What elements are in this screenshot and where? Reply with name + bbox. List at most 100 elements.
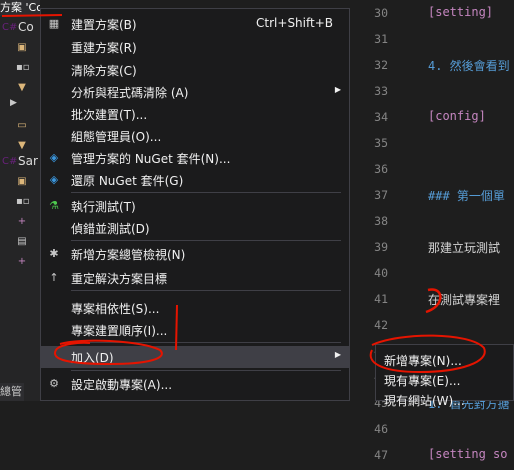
menu-item-label: 專案建置順序(I)...: [71, 324, 168, 338]
expand-arrow-icon[interactable]: ▶: [10, 98, 17, 108]
menu-item[interactable]: 組態管理員(O)...: [41, 125, 349, 147]
line-number: 40: [374, 266, 388, 280]
menu-item[interactable]: 分析與程式碼清除 (A) ▶: [41, 81, 349, 103]
line-number: 41: [374, 292, 388, 306]
editor-line[interactable]: 39 那建立玩測試: [354, 236, 514, 262]
references-icon: ▪▫: [16, 196, 30, 207]
solution-context-menu: ▦ 建置方案(B) Ctrl+Shift+B 重建方案(R) 清除方案(C) 分析與程式碼…: [40, 8, 350, 401]
editor-line[interactable]: 34 [config]: [354, 106, 514, 132]
editor-line[interactable]: 42: [354, 314, 514, 340]
submenu-item-label: 現有專案(E)...: [384, 374, 461, 388]
menu-item[interactable]: ◈ 管理方案的 NuGet 套件(N)...: [41, 147, 349, 169]
tree-item-add[interactable]: +: [0, 212, 40, 232]
line-text: [setting]: [428, 5, 494, 19]
menu-item[interactable]: 偵錯並測試(D): [41, 217, 349, 239]
menu-item-shortcut: Ctrl+Shift+B: [256, 16, 333, 30]
submenu-arrow-icon: ▶: [334, 85, 341, 94]
menu-item-label: 設定啟動專案(A)...: [71, 378, 173, 392]
tree-item-properties-2[interactable]: ▣: [0, 172, 40, 192]
editor-line[interactable]: 33: [354, 80, 514, 106]
editor-line[interactable]: 32 4. 然後會看到: [354, 54, 514, 80]
tree-item-folder[interactable]: ▭: [0, 116, 40, 136]
line-number: 36: [374, 162, 388, 176]
tree-item-properties[interactable]: ▣: [0, 38, 40, 58]
solution-view-icon: ✱: [49, 247, 59, 260]
menu-separator: [71, 290, 341, 291]
line-number: 42: [374, 318, 388, 332]
menu-item-label: 重建方案(R): [71, 41, 137, 55]
references-icon: ▪▫: [16, 62, 30, 73]
add-item-icon: +: [17, 216, 27, 227]
solution-explorer-tab[interactable]: 總管: [0, 383, 24, 401]
line-number: 38: [374, 214, 388, 228]
line-number: 34: [374, 110, 388, 124]
menu-item-label: 重定解決方案目標: [71, 272, 168, 286]
menu-item[interactable]: ↑ 重定解決方案目標: [41, 267, 349, 289]
retarget-icon: ↑: [49, 271, 59, 284]
line-text: [config]: [428, 109, 486, 123]
menu-item[interactable]: ⚗ 執行測試(T): [41, 195, 349, 217]
editor-line[interactable]: 36: [354, 158, 514, 184]
line-text: [setting so: [428, 447, 508, 461]
menu-item[interactable]: ◈ 還原 NuGet 套件(G): [41, 169, 349, 191]
editor-line[interactable]: 40: [354, 262, 514, 288]
menu-item[interactable]: 清除方案(C): [41, 59, 349, 81]
editor-line[interactable]: 47 [setting so: [354, 444, 514, 470]
folder-icon: ▭: [17, 120, 27, 131]
line-number: 35: [374, 136, 388, 150]
menu-item-label: 偵錯並測試(D): [71, 222, 150, 236]
editor-line[interactable]: 30 [setting]: [354, 2, 514, 28]
menu-item[interactable]: ⚙ 設定啟動專案(A)...: [41, 373, 349, 395]
submenu-arrow-icon: ▶: [334, 350, 341, 359]
line-number: 31: [374, 32, 388, 46]
nuget-icon: ◈: [49, 151, 59, 164]
menu-item[interactable]: 批次建置(T)...: [41, 103, 349, 125]
line-number: 32: [374, 58, 388, 72]
menu-item-label: 新增方案總管檢視(N): [71, 248, 186, 262]
editor-line[interactable]: 46: [354, 418, 514, 444]
settings-icon: ⚙: [49, 377, 59, 390]
tree-item-references-2[interactable]: ▪▫: [0, 192, 40, 212]
line-number: 46: [374, 422, 388, 436]
menu-item[interactable]: ▦ 建置方案(B) Ctrl+Shift+B: [41, 13, 349, 35]
submenu-item[interactable]: 現有網站(W)...: [376, 389, 513, 410]
solution-header[interactable]: 方案 'ConsoleApplication1' (2 / 2 個專案): [0, 0, 40, 16]
menu-item[interactable]: 加入(D) ▶: [41, 346, 349, 368]
tree-item-collapsed[interactable]: ▶: [0, 96, 40, 116]
tree-item-filter[interactable]: ▼: [0, 78, 40, 98]
menu-separator: [71, 342, 341, 343]
menu-item-label: 建置方案(B): [71, 18, 137, 32]
properties-icon: ▣: [17, 42, 27, 53]
tree-item-add-2[interactable]: +: [0, 252, 40, 272]
line-number: 47: [374, 448, 388, 462]
tree-item-references[interactable]: ▪▫: [0, 58, 40, 78]
editor-line[interactable]: 41 在測試專案裡: [354, 288, 514, 314]
editor-line[interactable]: 37 ### 第一個單: [354, 184, 514, 210]
tree-item-project-2[interactable]: C# Sar: [0, 152, 40, 172]
add-submenu: 新增專案(N)... 現有專案(E)... 現有網站(W)...: [375, 344, 514, 408]
file-icon: ▤: [17, 236, 27, 247]
tree-item-file[interactable]: ▤: [0, 232, 40, 252]
line-number: 37: [374, 188, 388, 202]
menu-item[interactable]: 專案建置順序(I)...: [41, 319, 349, 341]
menu-item[interactable]: 重建方案(R): [41, 36, 349, 58]
tree-item-project-1[interactable]: C# Co: [0, 18, 40, 38]
menu-item-label: 還原 NuGet 套件(G): [71, 174, 184, 188]
markdown-editor[interactable]: 30 [setting] 31 32 4. 然後會看到 33 34 [config] 35 36 3…: [354, 0, 514, 462]
editor-line[interactable]: 38: [354, 210, 514, 236]
properties-icon: ▣: [17, 176, 27, 187]
menu-item[interactable]: ✱ 新增方案總管檢視(N): [41, 243, 349, 265]
solution-explorer: 方案 'ConsoleApplication1' (2 / 2 個專案) C# …: [0, 0, 40, 401]
line-text: ### 第一個單: [428, 189, 505, 203]
submenu-item[interactable]: 新增專案(N)...: [376, 349, 513, 370]
add-item-icon: +: [17, 256, 27, 267]
line-number: 30: [374, 6, 388, 20]
menu-item-label: 組態管理員(O)...: [71, 130, 162, 144]
menu-item-label: 管理方案的 NuGet 套件(N)...: [71, 152, 231, 166]
nuget-restore-icon: ◈: [49, 173, 59, 186]
editor-line[interactable]: 35: [354, 132, 514, 158]
submenu-item[interactable]: 現有專案(E)...: [376, 369, 513, 390]
editor-line[interactable]: 31: [354, 28, 514, 54]
menu-item-label: 批次建置(T)...: [71, 108, 148, 122]
menu-item[interactable]: 專案相依性(S)...: [41, 297, 349, 319]
